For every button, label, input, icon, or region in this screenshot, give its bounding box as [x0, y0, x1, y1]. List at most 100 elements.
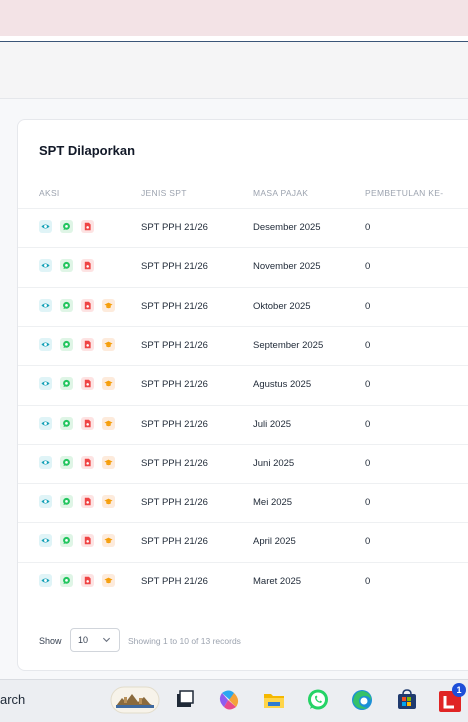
jenis-spt-cell: SPT PPH 21/26: [141, 536, 208, 548]
view-action-button[interactable]: [39, 259, 52, 273]
jenis-spt-cell: SPT PPH 21/26: [141, 261, 208, 273]
page-size-select[interactable]: 10: [70, 628, 120, 652]
pembetulan-cell: 0: [365, 418, 371, 430]
masa-pajak-cell: Maret 2025: [253, 575, 302, 587]
graduation-cap-action-button[interactable]: [102, 534, 115, 548]
pdf-action-button[interactable]: [81, 573, 94, 587]
pembetulan-cell: 0: [365, 457, 371, 469]
pdf-action-button[interactable]: [81, 534, 94, 548]
graduation-cap-action-button[interactable]: [102, 455, 115, 469]
jenis-spt-cell: SPT PPH 21/26: [141, 300, 208, 312]
header-masa-pajak[interactable]: MASA PAJAK: [253, 188, 308, 198]
masa-pajak-cell: April 2025: [253, 536, 296, 548]
header-jenis-spt[interactable]: JENIS SPT: [141, 188, 187, 198]
graduation-cap-action-button[interactable]: [102, 573, 115, 587]
whatsapp-action-button[interactable]: [60, 573, 73, 587]
whatsapp-action-button[interactable]: [60, 220, 73, 233]
pdf-action-button[interactable]: [81, 495, 94, 509]
view-action-button[interactable]: [39, 416, 52, 430]
graduation-cap-action-button[interactable]: [102, 377, 115, 391]
view-action-button[interactable]: [39, 495, 52, 509]
whatsapp-icon: [63, 262, 70, 270]
whatsapp-icon: [63, 458, 70, 466]
header-aksi[interactable]: AKSI: [39, 188, 60, 198]
header-pembetulan[interactable]: PEMBETULAN KE-: [365, 188, 443, 198]
table-row: SPT PPH 21/26 Juli 2025 0: [18, 404, 468, 445]
pdf-icon: [84, 419, 91, 427]
graduation-cap-action-button[interactable]: [102, 416, 115, 430]
graduation-cap-icon: [104, 420, 113, 426]
view-icon: [41, 578, 50, 583]
view-action-button[interactable]: [39, 534, 52, 548]
masa-pajak-cell: Oktober 2025: [253, 300, 311, 312]
pdf-action-button[interactable]: [81, 259, 94, 273]
view-action-button[interactable]: [39, 573, 52, 587]
chevron-down-icon: [102, 637, 111, 643]
view-action-button[interactable]: [39, 377, 52, 391]
masa-pajak-cell: Juni 2025: [253, 457, 295, 469]
whatsapp-action-button[interactable]: [60, 377, 73, 391]
table-row: SPT PPH 21/26 Desember 2025 0: [18, 208, 468, 248]
jenis-spt-cell: SPT PPH 21/26: [141, 575, 208, 587]
masa-pajak-cell: Agustus 2025: [253, 379, 312, 391]
whatsapp-action-button[interactable]: [60, 298, 73, 312]
masa-pajak-cell: Mei 2025: [253, 497, 293, 509]
task-view-icon[interactable]: [172, 687, 198, 713]
search-highlight-icon[interactable]: [110, 686, 160, 714]
table-row: SPT PPH 21/26 Juni 2025 0: [18, 443, 468, 484]
view-action-button[interactable]: [39, 298, 52, 312]
pdf-action-button[interactable]: [81, 298, 94, 312]
store-icon[interactable]: [394, 687, 420, 713]
graduation-cap-icon: [104, 380, 113, 387]
pdf-icon: [84, 222, 91, 231]
records-info: Showing 1 to 10 of 13 records: [128, 636, 241, 646]
whatsapp-icon: [63, 380, 70, 388]
view-icon: [41, 263, 50, 268]
pdf-icon: [84, 379, 91, 388]
pdf-action-button[interactable]: [81, 337, 94, 351]
graduation-cap-action-button[interactable]: [102, 337, 115, 351]
whatsapp-icon: [63, 576, 70, 584]
whatsapp-action-button[interactable]: [60, 259, 73, 273]
edge-icon[interactable]: [349, 687, 375, 713]
graduation-cap-icon: [104, 341, 113, 348]
view-action-button[interactable]: [39, 455, 52, 469]
view-icon: [41, 420, 50, 426]
pdf-icon: [84, 262, 91, 270]
view-icon: [41, 303, 50, 308]
table-row: SPT PPH 21/26 Oktober 2025 0: [18, 286, 468, 327]
view-action-button[interactable]: [39, 337, 52, 351]
file-explorer-icon[interactable]: [261, 687, 287, 713]
whatsapp-taskbar-icon[interactable]: [305, 687, 331, 713]
taskbar-search-text[interactable]: arch: [0, 692, 25, 707]
whatsapp-action-button[interactable]: [60, 416, 73, 430]
taskbar: arch 1: [0, 679, 468, 722]
whatsapp-action-button[interactable]: [60, 455, 73, 469]
table-row: SPT PPH 21/26 Agustus 2025 0: [18, 365, 468, 405]
pdf-action-button[interactable]: [81, 416, 94, 430]
view-action-button[interactable]: [39, 220, 52, 233]
whatsapp-icon: [63, 419, 70, 427]
whatsapp-action-button[interactable]: [60, 534, 73, 548]
whatsapp-action-button[interactable]: [60, 337, 73, 351]
copilot-icon[interactable]: [216, 687, 242, 713]
graduation-cap-action-button[interactable]: [102, 298, 115, 312]
pdf-action-button[interactable]: [81, 455, 94, 469]
notification-badge: 1: [452, 683, 466, 697]
masa-pajak-cell: Juli 2025: [253, 418, 292, 430]
pdf-action-button[interactable]: [81, 220, 94, 233]
spt-card: SPT Dilaporkan AKSI JENIS SPT MASA PAJAK…: [17, 119, 468, 671]
jenis-spt-cell: SPT PPH 21/26: [141, 418, 208, 430]
graduation-cap-action-button[interactable]: [102, 495, 115, 509]
pdf-icon: [84, 458, 91, 467]
pembetulan-cell: 0: [365, 222, 371, 233]
page-size-value: 10: [78, 635, 89, 645]
pembetulan-cell: 0: [365, 379, 371, 391]
pembetulan-cell: 0: [365, 339, 371, 351]
whatsapp-action-button[interactable]: [60, 495, 73, 509]
jenis-spt-cell: SPT PPH 21/26: [141, 497, 208, 509]
whatsapp-icon: [63, 301, 70, 309]
pdf-action-button[interactable]: [81, 377, 94, 391]
masa-pajak-cell: Desember 2025: [253, 222, 321, 233]
whatsapp-icon: [63, 340, 70, 348]
